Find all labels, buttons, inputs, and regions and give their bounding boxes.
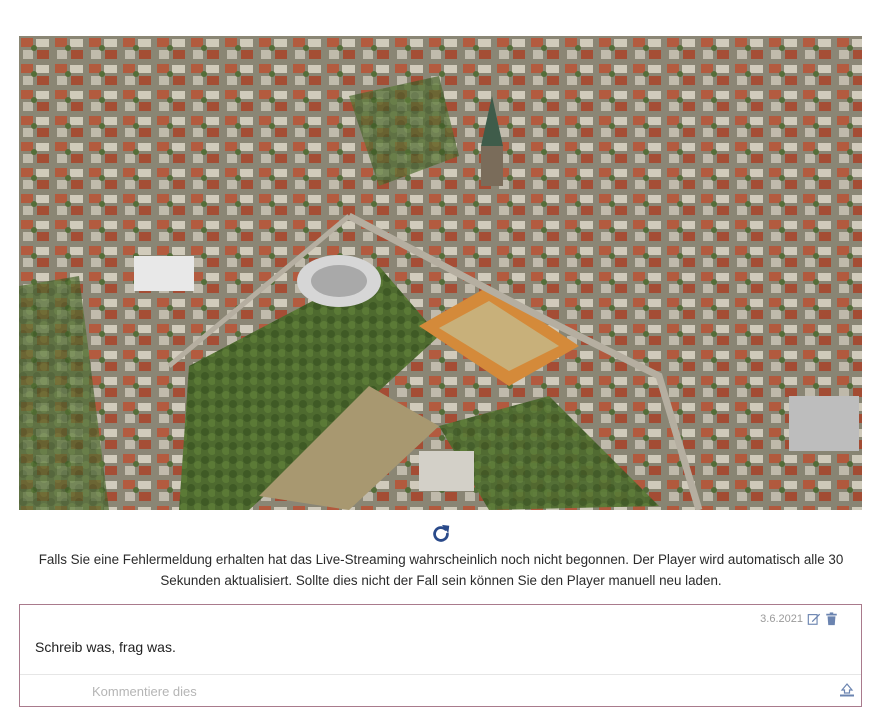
edit-icon[interactable] bbox=[807, 612, 821, 626]
reload-button[interactable] bbox=[429, 522, 453, 546]
reply-row bbox=[20, 674, 861, 707]
send-button[interactable] bbox=[838, 681, 856, 699]
stream-notice-text: Falls Sie eine Fehlermeldung erhalten ha… bbox=[38, 552, 844, 588]
comment-date: 3.6.2021 bbox=[760, 613, 803, 625]
aerial-city-image bbox=[19, 36, 862, 510]
comment-box: 3.6.2021 Schreib was, frag was. bbox=[19, 604, 862, 707]
send-icon bbox=[840, 683, 854, 697]
comment-text: Schreib was, frag was. bbox=[35, 639, 176, 655]
comment-meta: 3.6.2021 bbox=[760, 612, 839, 626]
reply-input[interactable] bbox=[92, 681, 792, 701]
reload-icon bbox=[433, 524, 450, 542]
live-stream-player[interactable] bbox=[19, 36, 862, 510]
trash-icon[interactable] bbox=[825, 612, 839, 626]
